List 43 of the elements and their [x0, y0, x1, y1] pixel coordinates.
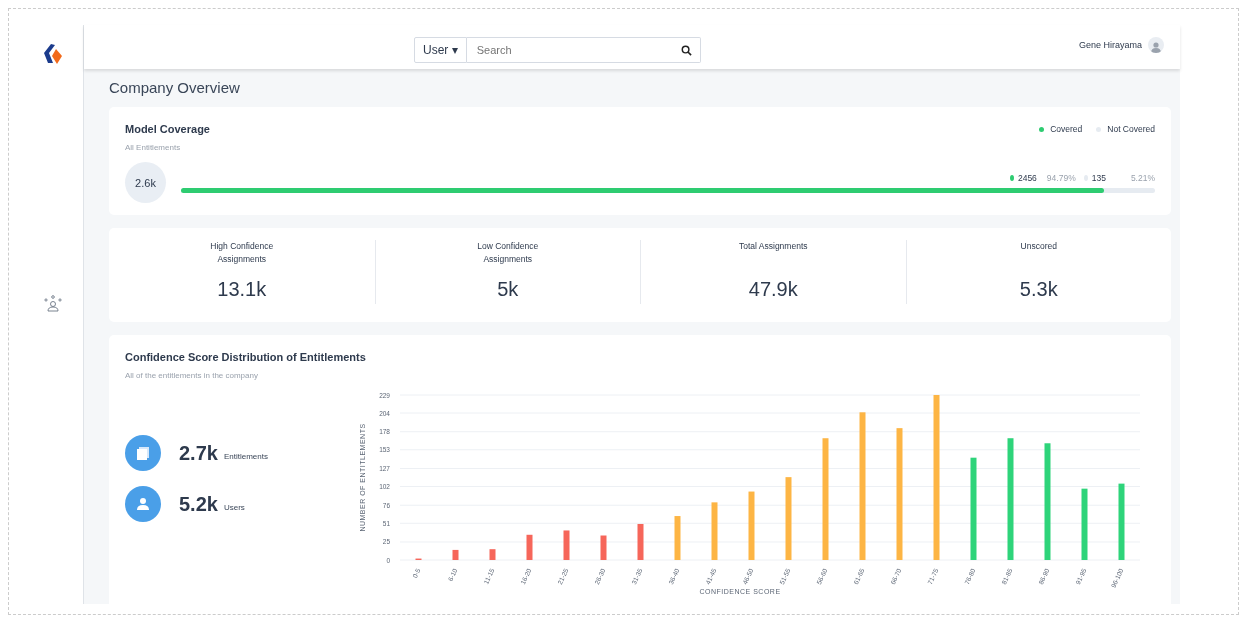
bar: [674, 516, 681, 560]
legend-label: Not Covered: [1107, 124, 1155, 134]
card-subtitle: All Entitlements: [125, 143, 182, 152]
page-title: Company Overview: [109, 79, 241, 96]
bar: [748, 491, 755, 560]
summary-value: 2.7k: [179, 441, 218, 465]
card-title: Confidence Score Distribution of Entitlements: [125, 351, 367, 363]
stat-count: 2456: [1017, 172, 1037, 183]
legend-label: Covered: [1050, 124, 1083, 134]
search-scope-dropdown[interactable]: User ▾: [414, 37, 467, 63]
card-title: Model Coverage: [125, 123, 210, 135]
summary-label: Users: [223, 502, 245, 512]
summary-value: 5.2k: [179, 492, 218, 516]
kpi-label: High Confidence Assignments: [209, 240, 275, 266]
search-field[interactable]: Search: [466, 37, 701, 63]
logo-icon: [42, 43, 63, 65]
kpi-value: 5k: [497, 278, 519, 301]
kpi-label: Total Assignments: [738, 240, 809, 253]
total-count: 2.6k: [125, 162, 166, 203]
bar: [489, 549, 496, 560]
bar: [600, 535, 607, 560]
bar: [711, 502, 718, 560]
avatar-icon[interactable]: [1148, 37, 1164, 53]
stat-count: 135: [1091, 172, 1106, 183]
bar: [637, 523, 644, 560]
card-subtitle: All of the entitlements in the company: [125, 371, 259, 380]
search-icon[interactable]: [680, 44, 692, 56]
bar: [452, 549, 459, 560]
bar: [563, 530, 570, 560]
user-name[interactable]: Gene Hirayama: [1078, 40, 1142, 50]
user-icon: [125, 486, 161, 522]
summary-label: Entitlements: [223, 451, 268, 461]
stat-percent: 5.21%: [1130, 172, 1155, 183]
kpi-value: 13.1k: [217, 278, 267, 301]
bar: [1081, 488, 1088, 560]
kpi-label: Low Confidence Assignments: [476, 240, 540, 266]
documents-icon: [125, 435, 161, 471]
stat-percent: 94.79%: [1046, 172, 1076, 183]
kpi-value: 47.9k: [748, 278, 798, 301]
kpi-label: Unscored: [1019, 240, 1058, 253]
bar: [526, 534, 533, 560]
people-icon[interactable]: [43, 295, 62, 313]
kpi-value: 5.3k: [1019, 278, 1058, 301]
